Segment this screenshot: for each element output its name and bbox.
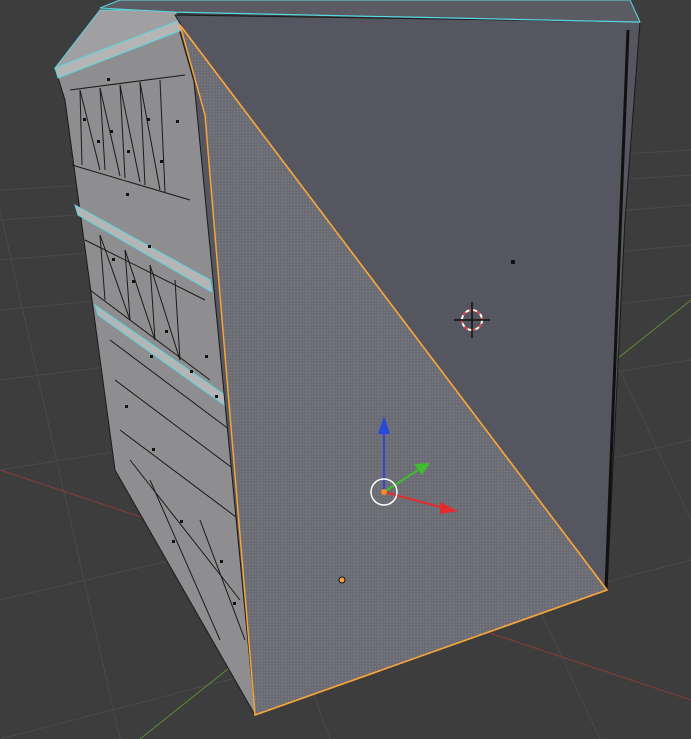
vertex[interactable] [511, 260, 515, 264]
viewport-canvas[interactable] [0, 0, 691, 739]
3d-viewport[interactable] [0, 0, 691, 739]
face-center-dot[interactable] [338, 576, 346, 584]
object-origin-icon[interactable] [381, 489, 387, 495]
